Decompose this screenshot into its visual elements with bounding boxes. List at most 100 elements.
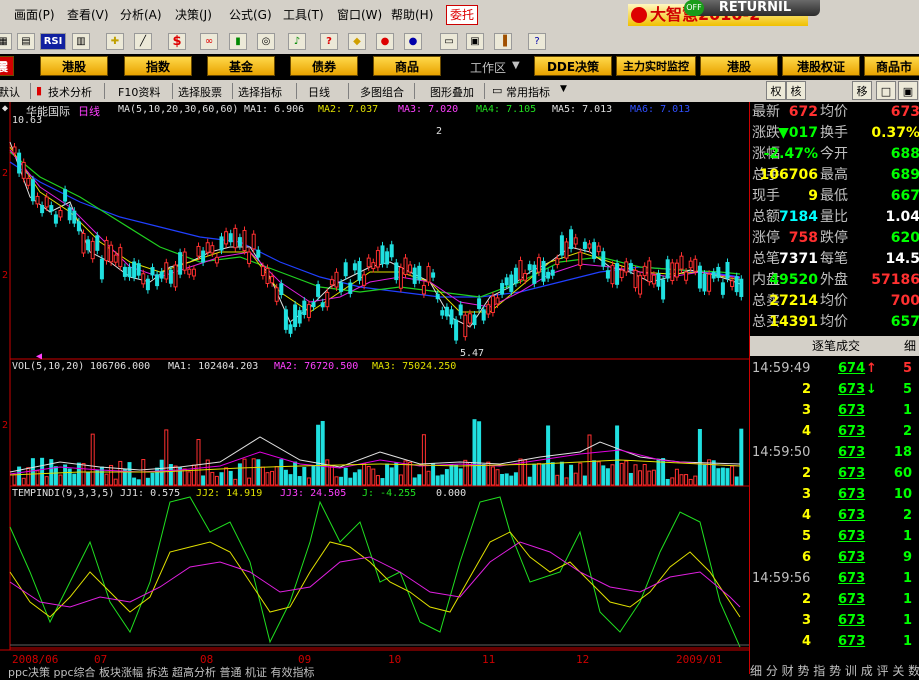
candle-body [513, 267, 518, 284]
menu-decision[interactable]: 决策(J) [175, 6, 212, 23]
candle-body [541, 260, 546, 282]
chart-canvas[interactable] [0, 102, 749, 674]
volume-bar [394, 462, 399, 486]
cd-icon[interactable]: ● [376, 33, 394, 50]
cd2-icon[interactable]: ● [404, 33, 422, 50]
workspace-dropdown-icon[interactable]: ▼ [512, 60, 520, 71]
workspace-label[interactable]: 工作区 [470, 59, 506, 76]
quote-label: 涨停 [752, 230, 780, 246]
right-tab-move[interactable]: 移 [852, 81, 872, 100]
card-icon[interactable]: ▣ [466, 33, 484, 50]
chart-area[interactable]: ◆ 华能国际 日线 MA(5,10,20,30,60,60) MA1: 6.90… [0, 102, 749, 679]
quote-row: 涨幅 -2.47% 今开 688 [750, 144, 919, 165]
question-icon[interactable]: ? [320, 33, 338, 50]
cross-icon[interactable]: ✚ [106, 33, 124, 50]
volume-bar [145, 477, 150, 486]
trade-volume: 1 [902, 613, 912, 628]
nav-main-force[interactable]: 主力实时监控 [616, 56, 696, 76]
tab-multi-chart[interactable]: 多图组合 [360, 84, 404, 100]
menu-view[interactable]: 查看(V) [67, 6, 109, 23]
rsi-icon[interactable]: RSI [40, 33, 66, 50]
tab-common-indicator[interactable]: 常用指标 [506, 84, 550, 100]
returnil-off-icon[interactable]: OFF [684, 0, 704, 16]
volume-bar [237, 463, 242, 486]
candle-body [26, 177, 31, 186]
menu-analysis[interactable]: 分析(A) [120, 6, 162, 23]
tab-daily[interactable]: 日线 [308, 84, 330, 100]
menu-tools[interactable]: 工具(T) [283, 6, 324, 23]
volume-bar [375, 475, 380, 486]
right-tab-window2-icon[interactable]: ▣ [898, 81, 918, 100]
right-tab-check[interactable]: 核 [786, 81, 806, 100]
nav-bond[interactable]: 债券 [290, 56, 358, 76]
diamond-icon[interactable]: ◆ [348, 33, 366, 50]
menu-screen[interactable]: 画面(P) [14, 6, 55, 23]
grid-icon[interactable]: ▦ [0, 33, 12, 50]
candle-body [44, 196, 49, 208]
bars-icon[interactable]: ▥ [72, 33, 90, 50]
candle-body [504, 277, 509, 286]
menu-formula[interactable]: 公式(G) [229, 6, 272, 23]
menu-help[interactable]: 帮助(H) [391, 6, 433, 23]
tab-f10[interactable]: F10资料 [118, 84, 160, 100]
quote-row: 总手 106706 最高 689 [750, 165, 919, 186]
right-tab-window-icon[interactable]: □ [876, 81, 896, 100]
menu-window[interactable]: 窗口(W) [337, 6, 382, 23]
volume-bar [302, 466, 307, 486]
tab-select-indicator[interactable]: 选择指标 [238, 84, 282, 100]
help-cursor-icon[interactable]: ? [528, 33, 546, 50]
trade-row: 2 673 1 [750, 589, 919, 610]
volume-bar [86, 471, 91, 486]
candle-body [688, 260, 693, 269]
volume-bar [421, 434, 426, 486]
candle-body [104, 239, 109, 262]
tab-select-stock[interactable]: 选择股票 [178, 84, 222, 100]
tab-dropdown-icon[interactable]: ▼ [560, 84, 567, 94]
book-icon[interactable]: ▐ [494, 33, 512, 50]
trade-time: 14:59:56 [752, 571, 811, 586]
quote-label: 涨跌 [752, 125, 780, 141]
glasses-icon[interactable]: ∞ [200, 33, 218, 50]
chart-menu-icon[interactable]: ◆ [2, 103, 8, 114]
nav-commodity-market[interactable]: 商品市 [864, 56, 919, 76]
nav-commodity[interactable]: 商品 [373, 56, 441, 76]
grid2-icon[interactable]: ▤ [17, 33, 35, 50]
quote-bottom-tabs[interactable]: 细 分 财 势 指 势 训 成 评 关 数 [750, 662, 919, 679]
binoculars-icon[interactable]: ◎ [257, 33, 275, 50]
candle-body [196, 245, 201, 257]
candle-body [99, 258, 104, 280]
bell-icon[interactable]: ♪ [288, 33, 306, 50]
trade-order-button[interactable]: 委托 [446, 5, 479, 25]
trade-header-tab[interactable]: 细 [904, 336, 916, 356]
trade-count: 4 [802, 424, 812, 439]
returnil-badge[interactable]: RETURNIL [690, 0, 820, 16]
candle-body [270, 276, 275, 284]
volume-bar [182, 468, 187, 486]
tab-tech-analysis[interactable]: 技术分析 [48, 84, 92, 100]
right-tab-rights[interactable]: 权 [766, 81, 786, 100]
trade-row: 4 673 1 [750, 631, 919, 652]
ruler-icon[interactable]: ╱ [134, 33, 152, 50]
nav-index[interactable]: 指数 [124, 56, 192, 76]
nav-hk-stock-2[interactable]: 港股 [700, 56, 778, 76]
tab-overlay[interactable]: 图形叠加 [430, 84, 474, 100]
tab-default[interactable]: 默认 [0, 84, 20, 100]
trade-header[interactable]: 逐笔成交 细 [750, 336, 919, 356]
nav-dde[interactable]: DDE决策 [534, 56, 612, 76]
dollar-icon[interactable]: $ [168, 33, 186, 50]
x-axis-label: 12 [576, 653, 590, 666]
trade-arrow-icon: ↑ [866, 361, 877, 376]
period-label: 日线 [78, 105, 100, 118]
disk-icon[interactable]: ▭ [440, 33, 458, 50]
candle-body [684, 271, 689, 281]
candle-body [477, 298, 482, 309]
quote-row: 总买 14391 均价 657 [750, 312, 919, 333]
nav-fund[interactable]: 基金 [207, 56, 275, 76]
volume-bar [454, 464, 459, 486]
barchart-icon[interactable]: ▮ [229, 33, 247, 50]
nav-hk-stock[interactable]: 港股 [40, 56, 108, 76]
nav-red-button[interactable]: 震 [0, 56, 14, 76]
bottom-tabs[interactable]: ppc决策 ppc综合 板块涨幅 拆选 超高分析 普通 机证 有效指标 [8, 664, 315, 680]
nav-hk-warrant[interactable]: 港股权证 [782, 56, 860, 76]
candle-body [214, 256, 219, 264]
